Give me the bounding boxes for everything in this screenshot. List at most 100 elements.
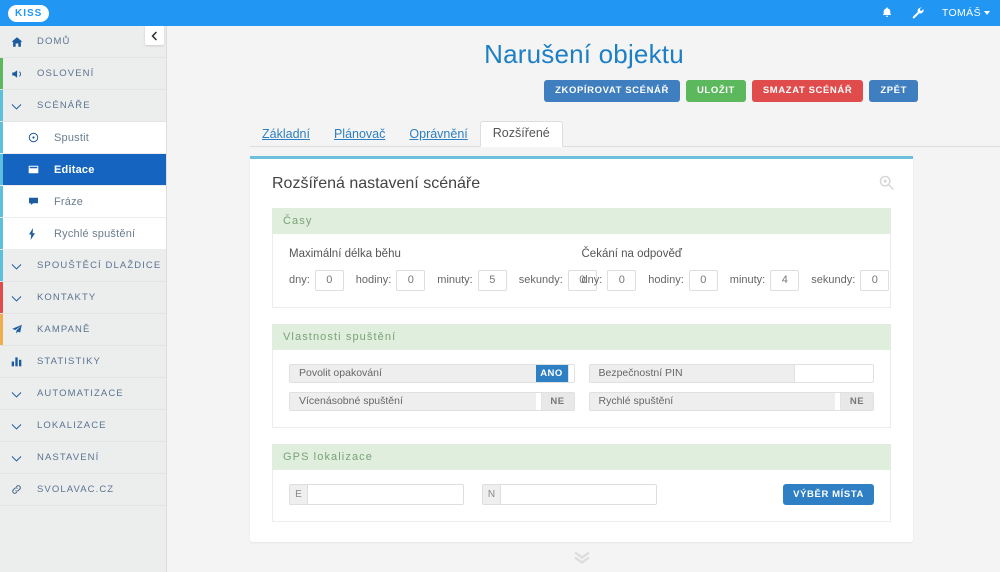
- sidebar-item-rychle-spusteni[interactable]: Rychlé spuštění: [0, 218, 166, 250]
- chevron-double-down-icon: [573, 551, 590, 564]
- max-runtime-days-input[interactable]: [314, 269, 344, 291]
- toggle-label: Rychlé spuštění: [598, 395, 674, 407]
- sidebar-label: Spustit: [54, 131, 90, 144]
- card-header: Rozšířená nastavení scénáře: [250, 159, 913, 206]
- toggle-label: Povolit opakování: [299, 367, 382, 379]
- toggle-switch[interactable]: NE: [535, 392, 574, 410]
- section-body-times: Maximální délka běhu dny: hodiny: minuty…: [272, 233, 891, 308]
- sidebar-label: NASTAVENÍ: [37, 452, 100, 463]
- sidebar-label: OSLOVENÍ: [37, 68, 95, 79]
- hours-label: hodiny:: [355, 274, 392, 286]
- action-button-row: ZKOPÍROVAT SCÉNÁŘ ULOŽIT SMAZAT SCÉNÁŘ Z…: [168, 70, 1000, 102]
- sidebar: DOMŮ OSLOVENÍ SCÉNÁŘE Spustit Editace Fr…: [0, 26, 167, 572]
- response-wait-seconds-input[interactable]: [860, 269, 890, 291]
- sidebar-item-kontakty[interactable]: KONTAKTY: [0, 282, 166, 314]
- link-icon: [11, 484, 27, 495]
- toggle-row-rychle-spusteni[interactable]: Rychlé spuštění NE: [588, 391, 874, 411]
- sidebar-item-domu[interactable]: DOMŮ: [0, 26, 166, 58]
- response-wait-minutes-input[interactable]: [770, 269, 800, 291]
- toggle-row-vicenasobne-spusteni[interactable]: Vícenásobné spuštění NE: [289, 391, 575, 411]
- bar-chart-icon: [11, 356, 27, 367]
- sidebar-item-kampane[interactable]: KAMPANĚ: [0, 314, 166, 346]
- toggle-switch[interactable]: ANO: [535, 364, 574, 382]
- max-runtime-fields: dny: hodiny: minuty: sekundy:: [289, 269, 597, 291]
- sidebar-item-lokalizace[interactable]: LOKALIZACE: [0, 410, 166, 442]
- sidebar-label: KONTAKTY: [37, 292, 97, 303]
- sidebar-item-spousteci-dlazdice[interactable]: SPOUŠTĚCÍ DLAŽDICE: [0, 250, 166, 282]
- hours-label: hodiny:: [648, 274, 684, 286]
- sidebar-item-osloveni[interactable]: OSLOVENÍ: [0, 58, 166, 90]
- toggle-switch[interactable]: NE: [835, 392, 873, 410]
- chevron-down-icon: [11, 262, 27, 270]
- toggle-state: ANO: [535, 364, 568, 382]
- play-circle-icon: [28, 132, 44, 143]
- sidebar-item-spustit[interactable]: Spustit: [0, 122, 166, 154]
- paper-plane-icon: [11, 324, 27, 335]
- sidebar-item-statistiky[interactable]: STATISTIKY: [0, 346, 166, 378]
- zoom-in-icon[interactable]: [878, 174, 895, 194]
- accent-bar: [0, 250, 3, 281]
- section-header-gps: GPS lokalizace: [272, 443, 891, 470]
- main-content: Narušení objektu ZKOPÍROVAT SCÉNÁŘ ULOŽI…: [168, 26, 1000, 572]
- tab-opravneni[interactable]: Oprávnění: [397, 124, 479, 146]
- toggle-row-povolit-opakovani[interactable]: Povolit opakování ANO: [289, 363, 575, 383]
- accent-bar: [0, 314, 3, 345]
- accent-bar: [0, 122, 3, 153]
- copy-scenario-button[interactable]: ZKOPÍROVAT SCÉNÁŘ: [544, 80, 680, 102]
- sidebar-label: Rychlé spuštění: [54, 227, 136, 240]
- sidebar-label: AUTOMATIZACE: [37, 388, 124, 399]
- security-pin-input[interactable]: [794, 364, 873, 382]
- response-wait-hours-input[interactable]: [688, 269, 718, 291]
- max-runtime-hours-input[interactable]: [396, 269, 426, 291]
- chevron-down-icon: [11, 390, 27, 398]
- sidebar-label: Fráze: [54, 195, 84, 208]
- page-title: Narušení objektu: [484, 39, 684, 69]
- delete-scenario-button[interactable]: SMAZAT SCÉNÁŘ: [751, 80, 864, 102]
- minutes-label: minuty:: [437, 274, 473, 286]
- gps-east-input[interactable]: [307, 483, 464, 505]
- user-name: TOMÁŠ: [941, 7, 981, 19]
- accent-bar: [0, 218, 3, 249]
- sidebar-collapse-button[interactable]: [145, 26, 164, 45]
- section-header-times: Časy: [272, 207, 891, 234]
- toggle-state: NE: [841, 392, 873, 410]
- response-wait-fields: dny: hodiny: minuty: sekundy:: [582, 269, 890, 291]
- comment-icon: [28, 196, 44, 207]
- gps-north-input[interactable]: [500, 483, 657, 505]
- tab-planovac[interactable]: Plánovač: [322, 124, 397, 146]
- back-button[interactable]: ZPĚT: [869, 80, 918, 102]
- sidebar-item-svolavac[interactable]: SVOLAVAC.CZ: [0, 474, 166, 506]
- section-body-gps: E N VÝBĚR MÍSTA: [272, 469, 891, 522]
- chevron-down-icon: [11, 102, 27, 110]
- gps-north-group: N: [482, 483, 657, 505]
- save-button[interactable]: ULOŽIT: [685, 80, 746, 102]
- bolt-icon: [28, 227, 44, 240]
- select-location-button[interactable]: VÝBĚR MÍSTA: [783, 483, 874, 505]
- sidebar-item-automatizace[interactable]: AUTOMATIZACE: [0, 378, 166, 410]
- app-logo[interactable]: KISS: [8, 4, 50, 22]
- sidebar-item-fraze[interactable]: Fráze: [0, 186, 166, 218]
- field-row-bezpecnostni-pin[interactable]: Bezpečnostní PIN: [588, 363, 874, 383]
- response-wait-days-input[interactable]: [607, 269, 637, 291]
- bell-icon[interactable]: [880, 6, 894, 20]
- sidebar-label: STATISTIKY: [37, 356, 101, 367]
- tab-zakladni[interactable]: Základní: [250, 124, 322, 146]
- wrench-icon[interactable]: [911, 6, 925, 20]
- section-header-launch: Vlastnosti spuštění: [272, 323, 891, 350]
- card-title: Rozšířená nastavení scénáře: [272, 174, 481, 192]
- max-runtime-minutes-input[interactable]: [477, 269, 507, 291]
- user-menu[interactable]: TOMÁŠ: [942, 7, 990, 19]
- sidebar-item-nastaveni[interactable]: NASTAVENÍ: [0, 442, 166, 474]
- sidebar-label: LOKALIZACE: [37, 420, 107, 431]
- sidebar-item-editace[interactable]: Editace: [0, 154, 166, 186]
- sidebar-label: DOMŮ: [37, 36, 71, 47]
- edit-window-icon: [28, 164, 44, 175]
- card-body: Časy Maximální délka běhu dny: hodiny: m…: [250, 207, 913, 543]
- toggle-state: NE: [541, 392, 574, 410]
- tab-bar: Základní Plánovač Oprávnění Rozšířené: [250, 121, 1000, 147]
- days-label: dny:: [289, 274, 310, 286]
- chevron-down-icon: [984, 11, 990, 15]
- tab-rozsirene[interactable]: Rozšířené: [479, 121, 563, 147]
- expand-more-button[interactable]: [250, 542, 913, 572]
- sidebar-item-scenare[interactable]: SCÉNÁŘE: [0, 90, 166, 122]
